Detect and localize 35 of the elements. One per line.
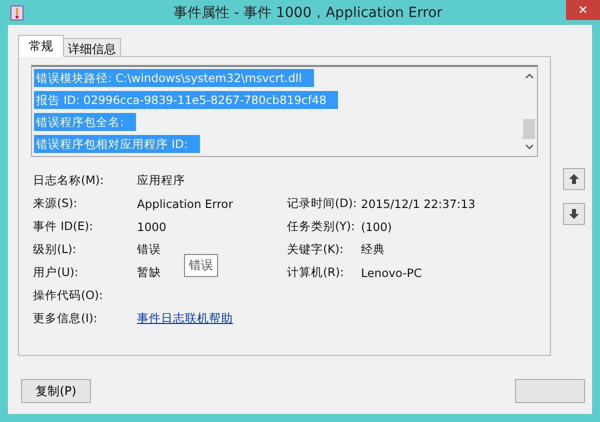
field-label: 来源(S): bbox=[33, 196, 78, 211]
event-log-icon bbox=[10, 4, 24, 20]
copy-button[interactable]: 复制(P) bbox=[21, 379, 91, 403]
tooltip: 错误 bbox=[184, 254, 218, 277]
field-label: 更多信息(I): bbox=[33, 311, 98, 326]
scroll-up-icon[interactable] bbox=[524, 73, 534, 79]
next-event-button[interactable] bbox=[563, 203, 585, 225]
field-label: 事件 ID(E): bbox=[33, 219, 94, 234]
field-label: 用户(U): bbox=[33, 265, 80, 280]
down-arrow-icon bbox=[568, 208, 580, 220]
close-button[interactable]: ✕ bbox=[566, 0, 600, 20]
help-link[interactable]: 事件日志联机帮助 bbox=[137, 311, 233, 325]
field-label: 日志名称(M): bbox=[33, 173, 105, 188]
field-value: (100) bbox=[361, 220, 392, 234]
field-value: 应用程序 bbox=[137, 173, 185, 187]
window-title: 事件属性 - 事件 1000，Application Error bbox=[174, 4, 442, 22]
tab[interactable]: 详细信息 bbox=[63, 38, 121, 57]
field-label: 记录时间(D): bbox=[287, 196, 357, 210]
field-value: 暂缺 bbox=[137, 265, 161, 279]
previous-event-button[interactable] bbox=[563, 168, 585, 190]
field-label: 计算机(R): bbox=[287, 265, 344, 279]
field-label: 任务类别(Y): bbox=[287, 219, 355, 233]
field-value: 1000 bbox=[137, 220, 166, 234]
field-label: 操作代码(O): bbox=[33, 288, 104, 303]
field-label: 级别(L): bbox=[33, 242, 78, 257]
field-value: Application Error bbox=[137, 196, 233, 210]
field-value: 经典 bbox=[361, 242, 385, 256]
field-value: 2015/12/1 22:37:13 bbox=[361, 196, 476, 210]
field-value: Lenovo-PC bbox=[361, 266, 422, 280]
tab[interactable]: 常规 bbox=[18, 35, 64, 57]
field-label: 关键字(K): bbox=[287, 242, 344, 256]
field-value: 错误 bbox=[137, 242, 161, 256]
scroll-down-icon[interactable] bbox=[524, 144, 534, 150]
up-arrow-icon bbox=[568, 173, 580, 185]
scroll-thumb[interactable] bbox=[523, 119, 535, 139]
